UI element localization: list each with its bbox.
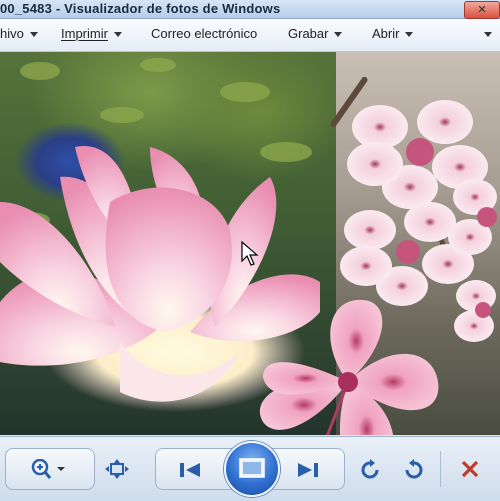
rotate-left-button[interactable] — [360, 459, 382, 486]
menu-imprimir[interactable]: Imprimir — [61, 19, 122, 51]
menu-abrir-label: Abrir — [372, 26, 400, 41]
bottom-toolbar — [0, 436, 500, 501]
rotate-left-icon — [361, 459, 379, 479]
chevron-down-icon — [484, 32, 492, 38]
cherry-blossom — [448, 179, 497, 255]
slideshow-button[interactable] — [224, 441, 280, 497]
previous-button[interactable] — [178, 461, 202, 484]
chevron-down-icon — [334, 32, 343, 38]
zoom-button[interactable] — [30, 458, 66, 484]
toolbar-divider — [440, 451, 441, 487]
fit-window-button[interactable] — [105, 459, 129, 484]
window-controls: ✕ — [462, 0, 500, 19]
delete-button[interactable] — [460, 459, 480, 484]
slideshow-icon — [239, 458, 265, 478]
menu-bar: hivo Imprimir Correo electrónico Grabar … — [0, 19, 500, 52]
mouse-cursor-icon — [241, 241, 259, 266]
close-icon: ✕ — [477, 4, 487, 16]
menu-archivo-label: hivo — [0, 26, 24, 41]
menu-grabar[interactable]: Grabar — [288, 19, 343, 51]
title-bar: 00_5483 - Visualizador de fotos de Windo… — [0, 0, 500, 19]
menu-abrir[interactable]: Abrir — [372, 19, 414, 51]
cherry-blossom — [454, 280, 496, 342]
chevron-down-icon — [113, 32, 122, 38]
cherry-blossom — [340, 202, 474, 306]
photo-viewer — [0, 52, 500, 435]
menu-archivo[interactable]: hivo — [0, 19, 38, 51]
menu-imprimir-label: Imprimir — [61, 26, 108, 41]
window-title: 00_5483 - Visualizador de fotos de Windo… — [0, 1, 281, 16]
previous-icon — [180, 463, 200, 477]
delete-icon — [461, 460, 479, 478]
chevron-down-icon — [29, 32, 38, 38]
close-window-button[interactable]: ✕ — [464, 1, 500, 19]
menu-grabar-label: Grabar — [288, 26, 329, 41]
next-icon — [298, 463, 318, 477]
fit-window-icon — [105, 459, 129, 479]
chevron-down-icon — [405, 32, 414, 38]
menu-correo[interactable]: Correo electrónico — [151, 19, 257, 51]
zoom-icon — [31, 458, 65, 479]
next-button[interactable] — [296, 461, 320, 484]
menu-more[interactable] — [478, 19, 492, 51]
menu-correo-label: Correo electrónico — [151, 26, 258, 41]
rotate-right-icon — [405, 459, 423, 479]
rotate-right-button[interactable] — [402, 459, 424, 486]
